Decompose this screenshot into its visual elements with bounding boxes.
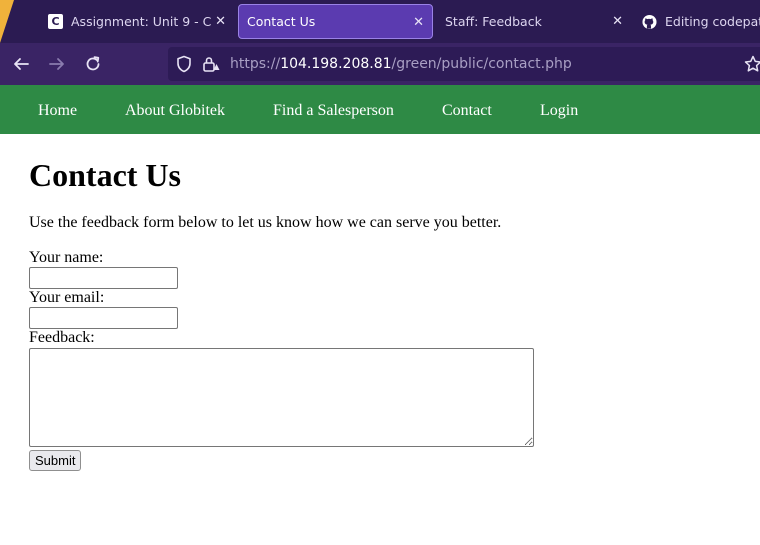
browser-toolbar: https://104.198.208.81/green/public/cont… xyxy=(0,43,760,85)
url-host: 104.198.208.81 xyxy=(280,56,392,72)
tab-staff-feedback[interactable]: Staff: Feedback ✕ xyxy=(437,4,631,39)
feedback-textarea[interactable] xyxy=(29,348,534,447)
submit-button[interactable]: Submit xyxy=(29,450,82,471)
forward-arrow-icon[interactable] xyxy=(44,43,70,85)
tab-contact-us[interactable]: Contact Us ✕ xyxy=(238,4,433,39)
feedback-label: Feedback: xyxy=(29,329,95,346)
tab-label: Staff: Feedback xyxy=(445,14,542,29)
name-input[interactable] xyxy=(29,267,178,289)
nav-link-login[interactable]: Login xyxy=(540,85,578,134)
intro-text: Use the feedback form below to let us kn… xyxy=(29,214,502,231)
tab-label: Assignment: Unit 9 - Cyber xyxy=(71,14,211,29)
name-label: Your name: xyxy=(29,249,104,266)
close-tab-icon[interactable]: ✕ xyxy=(413,5,424,38)
bookmark-star-icon[interactable] xyxy=(744,43,760,85)
close-tab-icon[interactable]: ✕ xyxy=(215,4,226,39)
tab-assignment[interactable]: C Assignment: Unit 9 - Cyber ✕ xyxy=(38,4,234,39)
email-label: Your email: xyxy=(29,289,105,306)
shield-icon[interactable] xyxy=(176,55,192,73)
page-title: Contact Us xyxy=(29,157,181,193)
close-tab-icon[interactable]: ✕ xyxy=(612,4,623,39)
tab-label: Editing codepath_ xyxy=(665,14,760,29)
tab-editing-codepath[interactable]: Editing codepath_ xyxy=(636,4,760,39)
nav-link-find-salesperson[interactable]: Find a Salesperson xyxy=(273,85,394,134)
nav-link-home[interactable]: Home xyxy=(38,85,77,134)
back-arrow-icon[interactable] xyxy=(8,43,34,85)
site-navigation: Home About Globitek Find a Salesperson C… xyxy=(0,85,760,134)
browser-tab-strip: C Assignment: Unit 9 - Cyber ✕ Contact U… xyxy=(0,0,760,43)
url-path: /green/public/contact.php xyxy=(391,56,572,72)
email-input[interactable] xyxy=(29,307,178,329)
reload-icon[interactable] xyxy=(80,43,106,85)
nav-link-about[interactable]: About Globitek xyxy=(125,85,225,134)
url-text: https://104.198.208.81/green/public/cont… xyxy=(230,56,572,72)
insecure-lock-icon[interactable] xyxy=(202,55,220,73)
nav-link-contact[interactable]: Contact xyxy=(442,85,492,134)
url-scheme: https:// xyxy=(230,56,281,72)
github-icon xyxy=(642,14,657,29)
tab-label: Contact Us xyxy=(247,14,316,29)
tabstrip-accent xyxy=(0,0,14,43)
codepath-c-icon: C xyxy=(48,14,63,29)
address-bar[interactable]: https://104.198.208.81/green/public/cont… xyxy=(168,47,760,81)
